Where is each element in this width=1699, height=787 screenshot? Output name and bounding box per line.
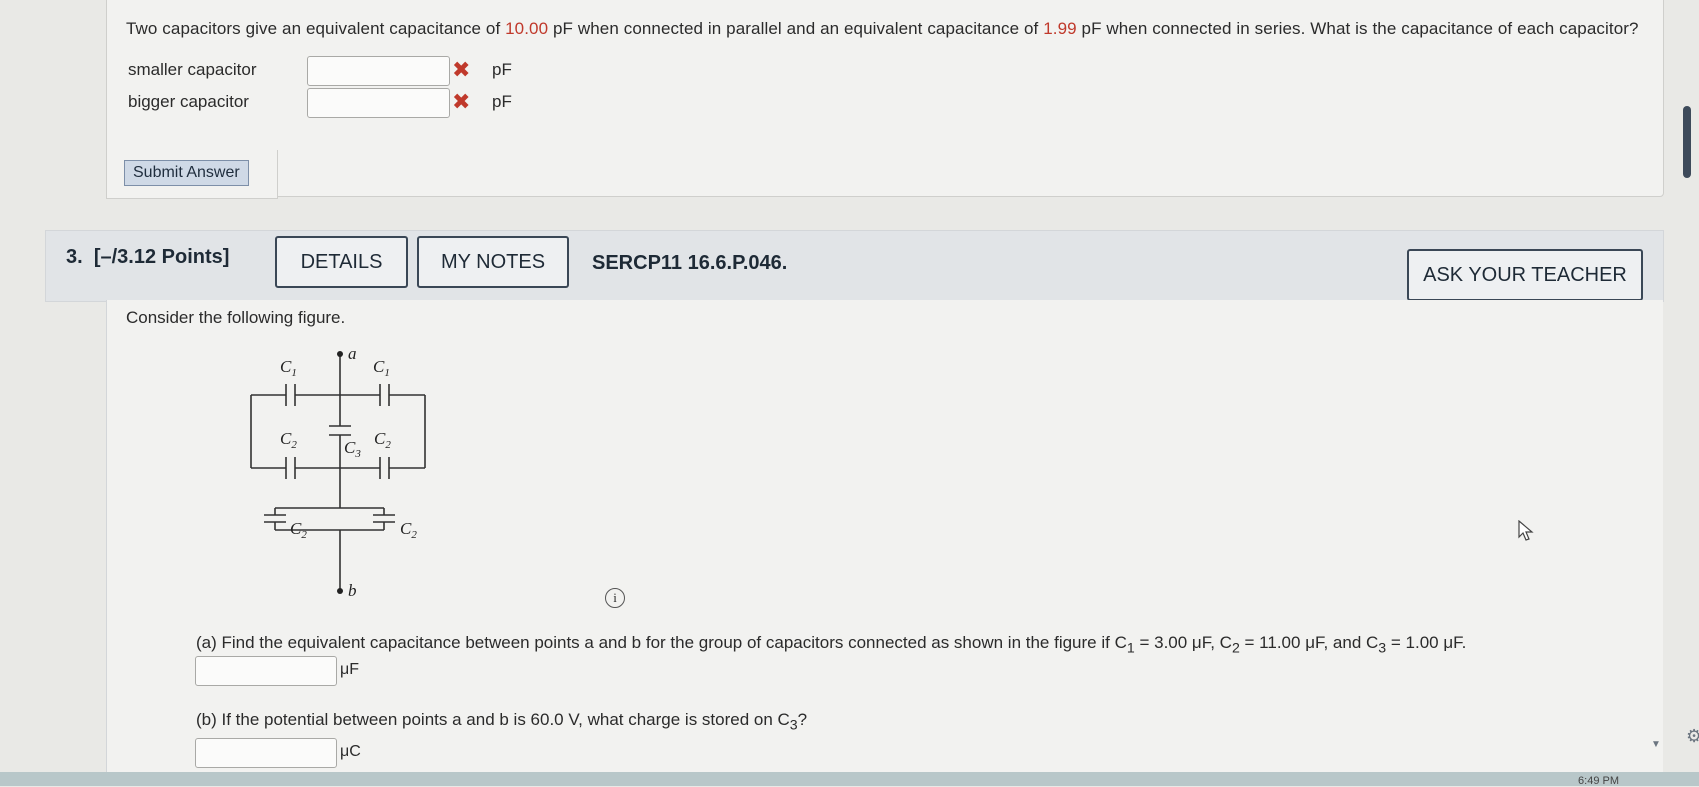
part-a-text: = 3.00 μF, C [1134, 633, 1232, 652]
question-text-part: pF when connected in series. What is the… [1076, 19, 1639, 38]
subscript: 3 [1378, 640, 1387, 657]
part-a-text: = 1.00 μF. [1386, 633, 1467, 652]
label-b: b [348, 581, 357, 600]
ask-your-teacher-button[interactable]: ASK YOUR TEACHER [1407, 249, 1643, 301]
scrollbar-thumb[interactable] [1683, 106, 1691, 178]
label-c2-bottom-left: C2 [290, 519, 307, 541]
part-a-question: (a) Find the equivalent capacitance betw… [196, 633, 1466, 656]
problem-code: SERCP11 16.6.P.046. [592, 252, 788, 274]
unit-label: pF [492, 92, 512, 111]
bigger-capacitor-input[interactable] [307, 88, 450, 118]
series-value: 1.99 [1043, 19, 1077, 38]
figure-intro: Consider the following figure. [126, 308, 346, 327]
question-text-part: pF when connected in parallel and an equ… [548, 19, 1044, 38]
label-c2-bottom-right: C2 [400, 519, 417, 541]
part-b-input[interactable] [195, 738, 337, 768]
question-number: 3. [66, 246, 83, 268]
part-b-question: (b) If the potential between points a an… [196, 710, 807, 733]
label-c3: C3 [344, 438, 361, 460]
label-c2-left: C2 [280, 429, 297, 451]
smaller-capacitor-label: smaller capacitor [128, 60, 257, 79]
label-a: a [348, 344, 357, 363]
part-b-text: (b) If the potential between points a an… [196, 710, 790, 729]
part-b-text: ? [797, 710, 808, 729]
x-icon: ✖ [452, 57, 471, 82]
subscript: 1 [1126, 640, 1135, 657]
label-c2-right: C2 [374, 429, 391, 451]
unit-label: pF [492, 60, 512, 79]
taskbar [0, 772, 1699, 786]
subscript: 2 [1231, 640, 1240, 657]
question-3-title: 3. [–/3.12 Points] [66, 246, 229, 269]
gear-icon[interactable]: ⚙ [1686, 726, 1699, 747]
bigger-capacitor-label: bigger capacitor [128, 92, 249, 111]
part-a-text: (a) Find the equivalent capacitance betw… [196, 633, 1127, 652]
subscript: 3 [789, 717, 798, 734]
parallel-value: 10.00 [505, 19, 549, 38]
question-points: [–/3.12 Points] [93, 246, 230, 268]
smaller-capacitor-input[interactable] [307, 56, 450, 86]
terminal-a [337, 351, 343, 357]
capacitor-circuit-figure: a b C1 C1 C2 C2 C3 C2 C2 [250, 344, 426, 600]
terminal-b [337, 588, 343, 594]
part-a-text: = 11.00 μF, and C [1239, 633, 1379, 652]
part-a-input[interactable] [195, 656, 337, 686]
part-b-unit: μC [340, 743, 361, 760]
label-c1-right: C1 [373, 357, 390, 379]
taskbar-clock: 6:49 PM [1578, 775, 1619, 787]
my-notes-button[interactable]: MY NOTES [417, 236, 569, 288]
mouse-cursor-icon [1518, 520, 1534, 541]
info-icon[interactable]: i [605, 588, 625, 608]
part-a-unit: μF [340, 661, 359, 678]
label-c1-left: C1 [280, 357, 297, 379]
submit-answer-button[interactable]: Submit Answer [124, 160, 249, 186]
chevron-down-icon[interactable]: ▼ [1651, 739, 1661, 750]
question-text-part: Two capacitors give an equivalent capaci… [126, 19, 506, 38]
details-button[interactable]: DETAILS [275, 236, 408, 288]
x-icon: ✖ [452, 89, 471, 114]
question-text: Two capacitors give an equivalent capaci… [126, 18, 1646, 40]
